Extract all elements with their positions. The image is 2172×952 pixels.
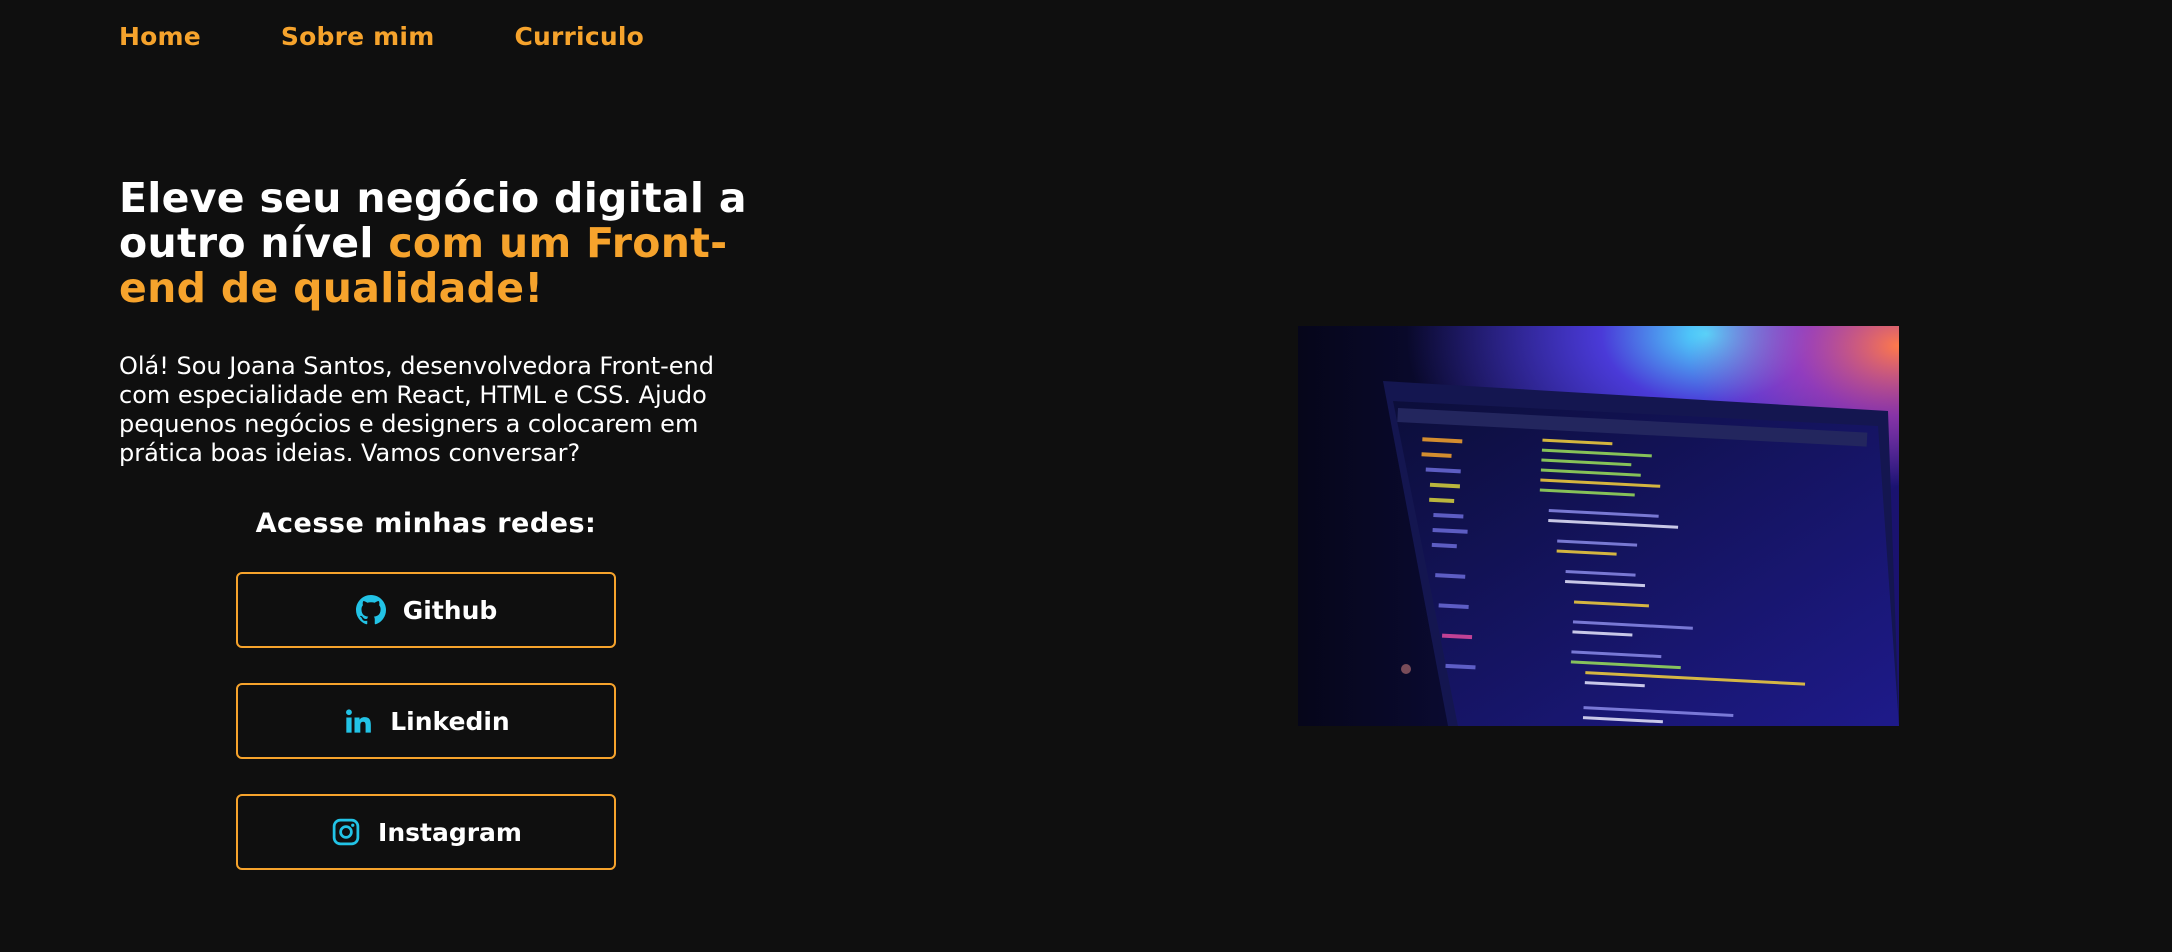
- laptop-code-image: [1298, 326, 1899, 726]
- main-nav: Home Sobre mim Curriculo: [119, 22, 644, 51]
- instagram-icon: [330, 816, 362, 848]
- instagram-button[interactable]: Instagram: [236, 794, 616, 870]
- linkedin-icon: [342, 705, 374, 737]
- github-icon: [355, 594, 387, 626]
- linkedin-label: Linkedin: [390, 706, 510, 736]
- github-label: Github: [402, 595, 498, 625]
- nav-home-link[interactable]: Home: [119, 22, 201, 51]
- nav-resume-link[interactable]: Curriculo: [514, 22, 644, 51]
- hero-title: Eleve seu negócio digital a outro nível …: [119, 176, 759, 311]
- nav-about-link[interactable]: Sobre mim: [281, 22, 435, 51]
- instagram-label: Instagram: [378, 817, 522, 847]
- intro-text: Olá! Sou Joana Santos, desenvolvedora Fr…: [119, 352, 714, 467]
- github-button[interactable]: Github: [236, 572, 616, 648]
- linkedin-button[interactable]: Linkedin: [236, 683, 616, 759]
- social-heading: Acesse minhas redes:: [255, 508, 597, 539]
